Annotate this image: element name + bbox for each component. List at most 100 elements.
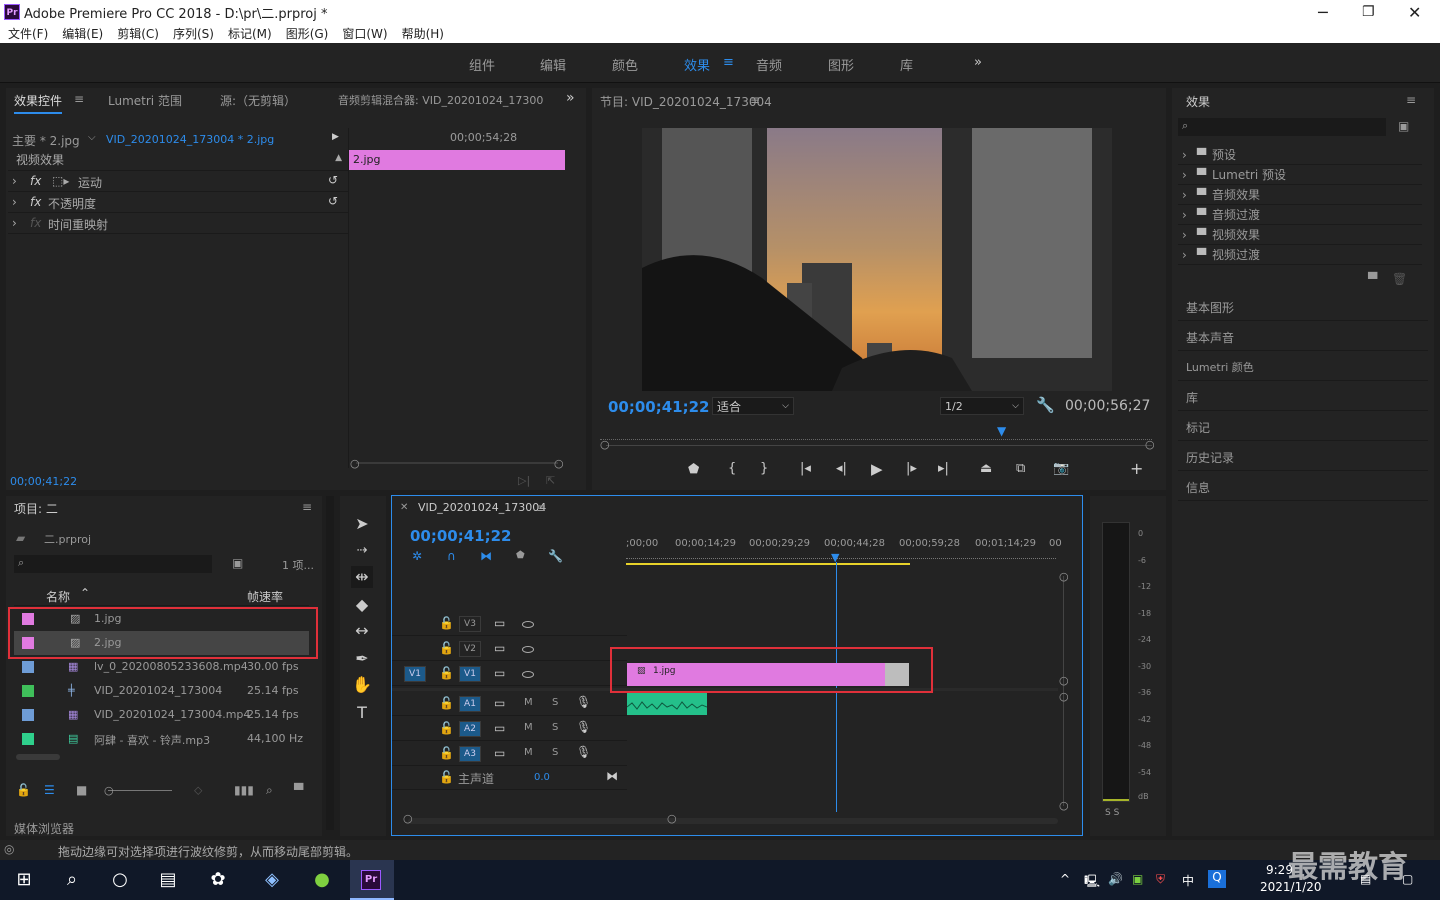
- add-marker-icon[interactable]: ⬟: [688, 462, 699, 477]
- timeline-hscrollbar[interactable]: [408, 818, 1058, 824]
- solo-button[interactable]: S: [552, 722, 558, 733]
- qq-icon[interactable]: Q: [1208, 870, 1226, 888]
- mute-button[interactable]: M: [524, 747, 533, 758]
- close-button[interactable]: ✕: [1408, 3, 1421, 22]
- menu-window[interactable]: 窗口(W): [342, 25, 387, 42]
- nest-toggle-icon[interactable]: ✲: [412, 549, 422, 563]
- panel-markers[interactable]: 标记: [1178, 411, 1428, 441]
- task-view-icon[interactable]: ▤: [154, 866, 182, 894]
- play-triangle-icon[interactable]: ▶: [332, 132, 339, 142]
- mark-out-icon[interactable]: }: [760, 461, 768, 476]
- effect-folder[interactable]: › ▀ 音频过渡: [1178, 205, 1422, 225]
- track-target-a2[interactable]: A2: [459, 721, 481, 737]
- mute-button[interactable]: M: [524, 697, 533, 708]
- volume-icon[interactable]: 🔊: [1108, 872, 1123, 886]
- panel-menu-icon[interactable]: ≡: [302, 500, 312, 514]
- timeline-ruler[interactable]: ;00;00 00;00;14;29 00;00;29;29 00;00;44;…: [626, 538, 1062, 565]
- ripple-edit-tool-icon[interactable]: ⇹: [351, 566, 373, 588]
- type-tool-icon[interactable]: T: [351, 702, 373, 724]
- menu-clip[interactable]: 剪辑(C): [117, 25, 159, 42]
- eye-icon[interactable]: [522, 646, 534, 653]
- new-bin-icon[interactable]: ▣: [1398, 119, 1409, 133]
- master-clip-label[interactable]: 主要 * 2.jpg: [12, 132, 80, 149]
- notes-icon[interactable]: ▤: [1360, 872, 1371, 886]
- workspace-libraries[interactable]: 库: [900, 55, 913, 74]
- program-menu-icon[interactable]: ≡: [750, 93, 760, 107]
- ec-timecode[interactable]: 00;00;41;22: [10, 475, 77, 488]
- effect-folder[interactable]: › ▀ 预设: [1178, 145, 1422, 165]
- reset-icon[interactable]: ↺: [328, 194, 338, 208]
- workspace-color[interactable]: 颜色: [612, 55, 638, 74]
- program-title[interactable]: 节目: VID_20201024_173004: [600, 93, 772, 110]
- playhead-marker-icon[interactable]: ▼: [997, 424, 1006, 438]
- mark-in-icon[interactable]: {: [728, 461, 736, 476]
- linked-selection-icon[interactable]: ⧓: [480, 549, 492, 563]
- security-shield-icon[interactable]: ⛨: [1156, 872, 1165, 887]
- razor-tool-icon[interactable]: ◆: [351, 594, 373, 616]
- sort-up-icon[interactable]: ⌃: [80, 586, 90, 600]
- track-target-v2[interactable]: V2: [459, 641, 481, 657]
- add-button-icon[interactable]: +: [1130, 459, 1143, 478]
- program-ruler[interactable]: [600, 430, 1152, 440]
- workspace-graphics[interactable]: 图形: [828, 55, 854, 74]
- sync-lock-icon[interactable]: ▭: [494, 666, 505, 680]
- maximize-button[interactable]: ❐: [1362, 4, 1375, 20]
- reset-icon[interactable]: ↺: [328, 173, 338, 187]
- lock-icon[interactable]: 🔓: [439, 641, 454, 655]
- effect-row-opacity[interactable]: › fx 不透明度 ↺: [8, 193, 348, 213]
- track-target-a3[interactable]: A3: [459, 746, 481, 762]
- master-volume-value[interactable]: 0.0: [534, 772, 550, 783]
- more-workspaces-icon[interactable]: »: [974, 55, 982, 70]
- step-forward-icon[interactable]: |▸: [906, 461, 917, 476]
- panel-lumetri-color[interactable]: Lumetri 颜色: [1178, 351, 1428, 381]
- effect-row-motion[interactable]: › fx ⬚▸ 运动 ↺: [8, 172, 348, 192]
- work-area-bar[interactable]: [626, 563, 910, 565]
- nvidia-icon[interactable]: ▣: [1132, 872, 1143, 886]
- sync-lock-icon[interactable]: ▭: [494, 641, 505, 655]
- workspace-editing[interactable]: 编辑: [540, 55, 566, 74]
- expand-chevron-icon[interactable]: ›: [12, 195, 17, 209]
- timeline-audio-clip[interactable]: [626, 693, 708, 715]
- chevron-down-icon[interactable]: ⌵: [88, 132, 96, 143]
- extract-icon[interactable]: ⧉: [1016, 461, 1025, 476]
- panel-menu-icon[interactable]: ≡: [1406, 93, 1416, 107]
- wrench-icon[interactable]: 🔧: [548, 549, 563, 563]
- export-icon[interactable]: ▷|: [518, 474, 530, 487]
- more-tabs-icon[interactable]: »: [566, 90, 575, 106]
- scroll-handle-mid2[interactable]: ○: [1059, 690, 1069, 703]
- camera-icon[interactable]: 📷: [1053, 461, 1069, 476]
- project-row[interactable]: ▤ 阿肆 - 喜欢 - 铃声.mp3 44,100 Hz: [14, 727, 309, 751]
- ime-indicator[interactable]: 中: [1182, 872, 1194, 889]
- scroll-handle-mid[interactable]: ○: [1059, 674, 1069, 687]
- panel-info[interactable]: 信息: [1178, 471, 1428, 501]
- effects-search-input[interactable]: ⌕: [1178, 118, 1386, 136]
- fx-icon[interactable]: fx: [30, 195, 41, 209]
- scroll-handle-left[interactable]: ○: [600, 438, 610, 451]
- resolution-dropdown[interactable]: 1/2 ⌵: [940, 397, 1024, 415]
- selection-tool-icon[interactable]: ➤: [351, 513, 373, 535]
- scroll-handle-right[interactable]: ○: [554, 457, 564, 470]
- menu-edit[interactable]: 编辑(E): [62, 25, 103, 42]
- new-bin-icon[interactable]: ▣: [232, 556, 243, 570]
- zoom-slider[interactable]: [108, 790, 172, 791]
- menu-marker[interactable]: 标记(M): [228, 25, 272, 42]
- close-tab-icon[interactable]: ✕: [400, 502, 408, 513]
- scroll-handle-left[interactable]: ○: [350, 457, 360, 470]
- hscroll-handle-left[interactable]: ○: [403, 812, 413, 825]
- snap-magnet-icon[interactable]: ∩: [447, 549, 456, 563]
- panel-essential-sound[interactable]: 基本声音: [1178, 321, 1428, 351]
- solo-buttons[interactable]: S S: [1105, 808, 1119, 818]
- sync-lock-icon[interactable]: ▭: [494, 696, 505, 710]
- lock-icon[interactable]: 🔓: [439, 721, 454, 735]
- workspace-effects[interactable]: 效果: [684, 55, 710, 74]
- col-fps[interactable]: 帧速率: [247, 588, 283, 605]
- effect-folder[interactable]: › ▀ 视频效果: [1178, 225, 1422, 245]
- network-icon[interactable]: 🖳: [1084, 872, 1100, 893]
- sync-lock-icon[interactable]: ▭: [494, 746, 505, 760]
- minimize-button[interactable]: ─: [1318, 3, 1328, 22]
- track-target-v1[interactable]: V1: [459, 666, 481, 682]
- list-view-icon[interactable]: ☰: [44, 783, 55, 797]
- track-select-tool-icon[interactable]: ⇢: [351, 540, 373, 562]
- tab-effect-controls[interactable]: 效果控件: [14, 92, 63, 114]
- go-to-in-icon[interactable]: |◂: [800, 461, 811, 476]
